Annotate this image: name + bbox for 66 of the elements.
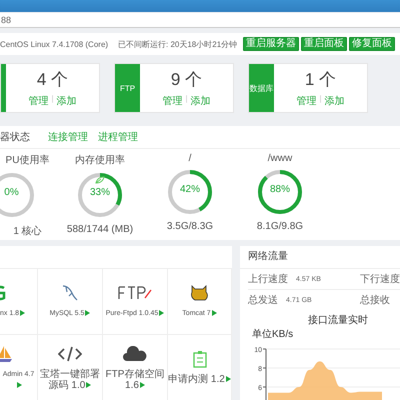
usage-gauge (255, 167, 305, 217)
uptime-text: 已不间断运行: 20天18小时21分钟 (118, 38, 238, 50)
panel-title: 网络流量 (240, 246, 400, 269)
gauge-title: PU使用率 (6, 154, 50, 167)
clipboard-icon (192, 350, 206, 368)
chart-title: 接口流量实时 (307, 314, 369, 327)
card-label: 数据库 (250, 82, 274, 94)
gauge-percent: 0% (3, 187, 20, 198)
gauge-percent: 33% (88, 187, 111, 198)
card-label: FTP (120, 84, 136, 92)
add-link[interactable]: 添加 (324, 94, 345, 108)
panel-action-button[interactable]: 重启服务器 (243, 37, 300, 51)
gauge-detail: 3.5G/8.3G (166, 221, 214, 232)
chart-unit: 单位KB/s (252, 328, 294, 341)
panel-action-button[interactable]: 修复面板 (349, 37, 396, 51)
gauge-title: / (188, 153, 192, 164)
cloud-icon (122, 346, 148, 362)
panel-link[interactable]: 进程管理 (98, 130, 138, 144)
usage-gauge (75, 170, 125, 220)
play-icon (20, 310, 26, 316)
stat-label: 总接收 (360, 294, 390, 307)
gauge-percent: 42% (178, 184, 201, 195)
os-version: CentOS Linux 7.4.1708 (Core) (0, 40, 110, 48)
gauge-detail: 1 核心 (13, 224, 42, 238)
link-separator: | (51, 94, 54, 105)
dolphin-icon (61, 284, 79, 302)
manage-link[interactable]: 管理 (162, 94, 182, 108)
gauge-title: /www (268, 153, 292, 164)
card-strip (1, 64, 6, 112)
add-link[interactable]: 添加 (190, 94, 211, 108)
panel-action-button[interactable]: 重启面板 (301, 37, 348, 51)
usage-gauge (165, 167, 215, 217)
stat-label: 上行速度 (248, 272, 288, 286)
play-icon (159, 310, 164, 316)
manage-link[interactable]: 管理 (296, 94, 316, 108)
software-name[interactable]: FTP存储空间 1.6 (103, 368, 167, 390)
link-separator: | (319, 94, 322, 105)
gauge-detail: 588/1744 (MB) (66, 224, 134, 235)
leaf-icon[interactable] (95, 176, 105, 184)
ftp-logo-icon (118, 285, 152, 301)
manage-link[interactable]: 管理 (28, 94, 48, 108)
address-bar[interactable]: 88 (0, 13, 400, 28)
play-icon (16, 382, 22, 388)
play-icon (226, 376, 231, 382)
count-value: 4 个 (36, 69, 68, 91)
play-icon (212, 310, 217, 316)
link-separator: | (185, 94, 188, 105)
add-link[interactable]: 添加 (56, 94, 77, 108)
sailboat-icon (0, 344, 12, 362)
panel-title: 器状态 (0, 130, 30, 144)
code-icon (58, 346, 82, 362)
play-icon (86, 382, 92, 388)
play-icon (140, 382, 145, 388)
software-name[interactable]: 宝塔一键部署源码 1.0 (38, 368, 102, 390)
gauge-percent: 88% (268, 184, 291, 195)
y-axis (262, 348, 266, 400)
gauge-title: 内存使用率 (75, 154, 125, 167)
panel-link[interactable]: 连接管理 (48, 130, 88, 144)
play-icon (85, 310, 90, 316)
gauge-detail: 8.1G/9.8G (256, 221, 304, 232)
stat-label: 总发送 (248, 294, 278, 307)
stat-label: 下行速度 (360, 272, 400, 286)
count-value: 9 个 (170, 69, 202, 91)
count-value: 1 个 (304, 69, 336, 91)
usage-gauge (0, 170, 36, 220)
software-name[interactable]: 申请内测 1.2 (168, 374, 231, 385)
